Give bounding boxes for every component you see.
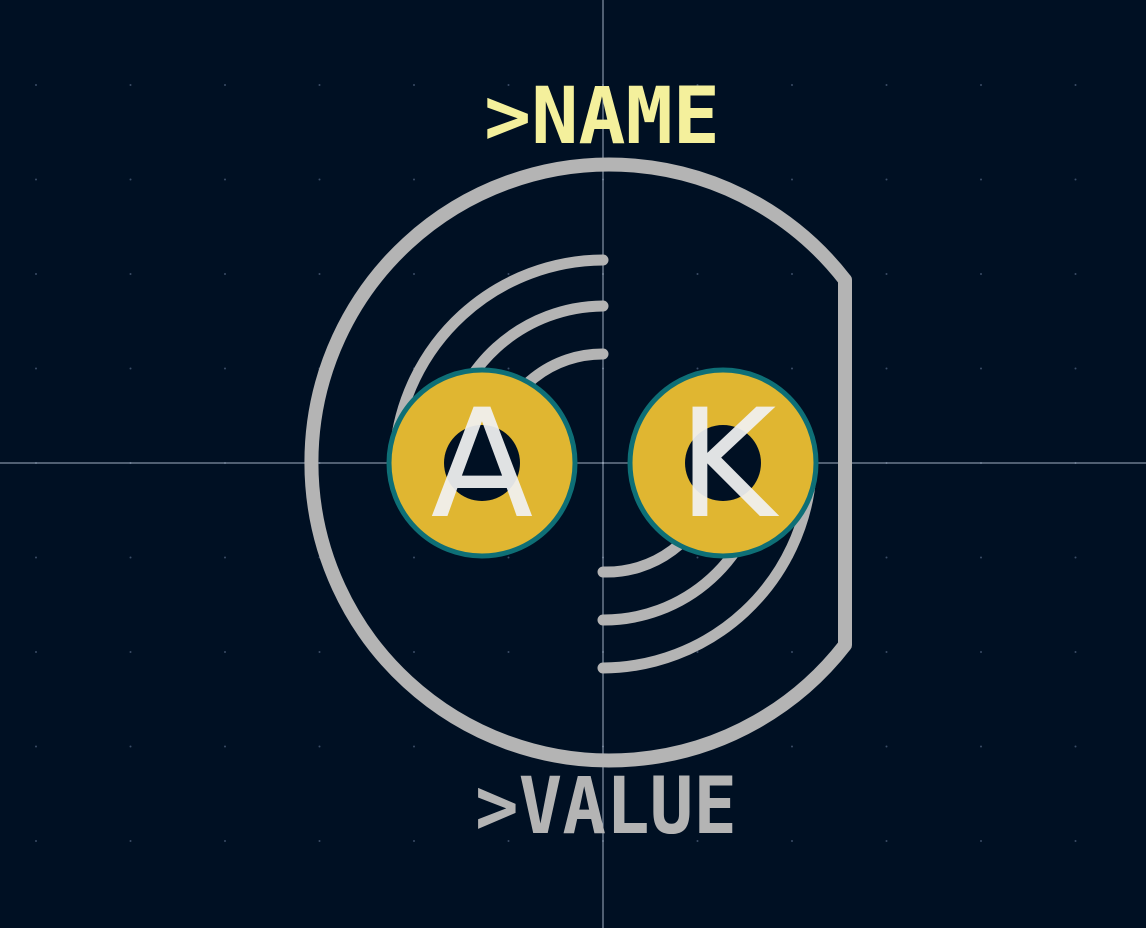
pad-cathode-label: K (678, 378, 780, 552)
grid-dot (35, 651, 37, 653)
grid-dot (413, 840, 415, 842)
grid-dot (318, 178, 321, 181)
grid-dot (129, 556, 132, 559)
grid-dot (791, 367, 793, 370)
grid-dot (885, 178, 888, 181)
grid-dot (791, 651, 793, 653)
pcb-canvas[interactable]: A K >NAME >VALUE (0, 0, 1146, 928)
grid-dot (885, 651, 888, 653)
grid-dot (1074, 84, 1077, 86)
grid-dot (129, 84, 132, 86)
grid-dot (129, 651, 132, 653)
grid-dot (696, 556, 699, 559)
value-label[interactable]: >VALUE (475, 762, 737, 852)
grid-dot (413, 273, 415, 275)
grid-dot (507, 556, 510, 559)
grid-dot (1074, 745, 1077, 748)
grid-dot (413, 651, 415, 653)
grid-dot (1074, 556, 1077, 559)
grid-dot (791, 84, 793, 86)
grid-dot (1074, 273, 1077, 275)
grid-dot (35, 84, 37, 86)
grid-dot (791, 745, 793, 748)
grid-dot (413, 556, 415, 559)
grid-dot (980, 651, 982, 653)
grid-dot (129, 367, 132, 370)
grid-dot (696, 273, 699, 275)
grid-dot (129, 178, 132, 181)
grid-dot (507, 273, 510, 275)
grid-dot (413, 745, 415, 748)
grid-dot (980, 745, 982, 748)
grid-dot (35, 556, 37, 559)
grid-dot (224, 651, 226, 653)
grid-dot (791, 178, 793, 181)
grid-dot (318, 273, 321, 275)
grid-dot (1074, 367, 1077, 370)
grid-dot (224, 84, 226, 86)
grid-dot (318, 651, 321, 653)
grid-dot (35, 367, 37, 370)
grid-dot (980, 367, 982, 370)
pad-cathode[interactable]: K (627, 367, 819, 559)
name-label[interactable]: >NAME (484, 72, 720, 162)
grid-dot (413, 178, 415, 181)
grid-dot (885, 745, 888, 748)
grid-dot (224, 367, 226, 370)
grid-dot (1074, 178, 1077, 181)
grid-dot (1074, 651, 1077, 653)
grid-dot (507, 651, 510, 653)
grid-dot (980, 84, 982, 86)
grid-dot (413, 84, 415, 86)
grid-dot (318, 840, 321, 842)
grid-dot (980, 273, 982, 275)
grid-dot (35, 178, 37, 181)
grid-dot (35, 745, 37, 748)
pad-anode[interactable]: A (386, 367, 578, 559)
grid-dot (885, 840, 888, 842)
grid-dot (318, 745, 321, 748)
grid-dot (696, 367, 699, 370)
grid-dot (129, 273, 132, 275)
grid-dot (224, 556, 226, 559)
grid-dot (980, 178, 982, 181)
grid-dot (224, 178, 226, 181)
grid-dot (885, 84, 888, 86)
grid-dot (224, 273, 226, 275)
grid-dot (224, 745, 226, 748)
grid-dot (885, 556, 888, 559)
grid-dot (791, 273, 793, 275)
grid-dot (980, 840, 982, 842)
grid-dot (35, 273, 37, 275)
grid-dot (885, 273, 888, 275)
grid-dot (791, 840, 793, 842)
grid-dot (1074, 840, 1077, 842)
grid-dot (980, 556, 982, 559)
pad-anode-label: A (431, 378, 534, 552)
grid-dot (507, 367, 510, 370)
grid-dot (885, 367, 888, 370)
grid-dot (35, 840, 37, 842)
grid-dot (129, 840, 132, 842)
grid-dot (318, 84, 321, 86)
grid-dot (224, 840, 226, 842)
footprint-view: A K >NAME >VALUE (0, 0, 1146, 928)
grid-dot (129, 745, 132, 748)
